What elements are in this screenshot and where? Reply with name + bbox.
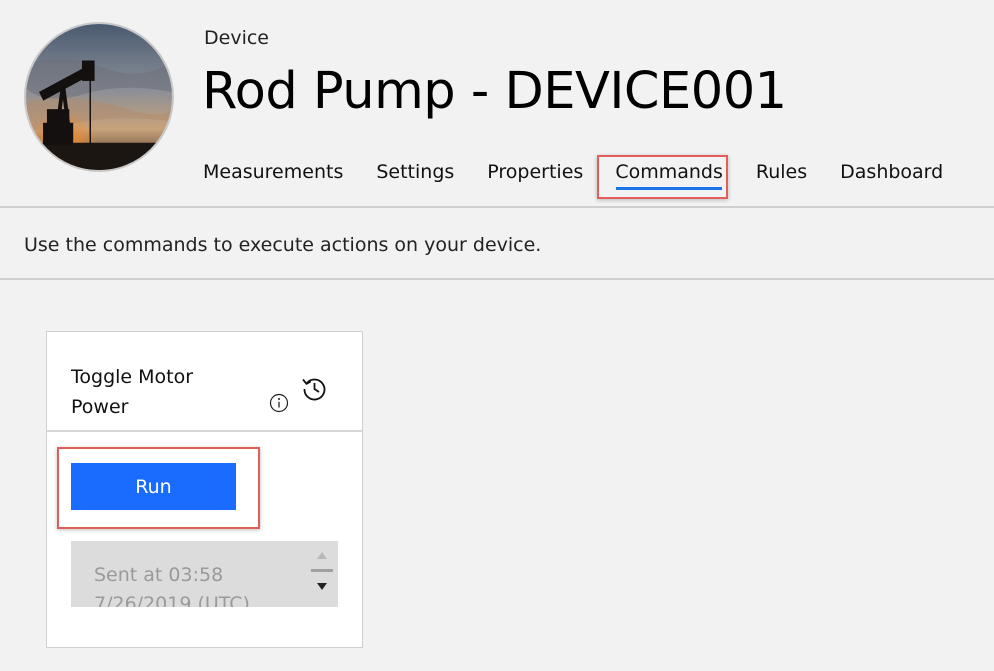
header-divider bbox=[0, 206, 994, 208]
command-status-text: Sent at 03:58 7/26/2019 (UTC) bbox=[94, 561, 304, 607]
history-icon[interactable] bbox=[300, 374, 328, 402]
status-scrollbar[interactable] bbox=[307, 541, 338, 607]
status-sent-date: 7/26/2019 (UTC) bbox=[94, 593, 250, 607]
tab-dashboard[interactable]: Dashboard bbox=[840, 158, 943, 190]
page-kicker: Device bbox=[204, 27, 269, 49]
command-title: Toggle Motor Power bbox=[71, 366, 194, 418]
description-divider bbox=[0, 278, 994, 280]
page-title: Rod Pump - DEVICE001 bbox=[202, 62, 787, 121]
command-status-box[interactable]: Sent at 03:58 7/26/2019 (UTC) bbox=[71, 541, 338, 607]
tab-rules[interactable]: Rules bbox=[756, 158, 807, 190]
chevron-up-icon[interactable] bbox=[315, 549, 329, 563]
tab-commands[interactable]: Commands bbox=[615, 158, 723, 190]
command-card: Toggle Motor Power Run Sent at 03:58 7/2… bbox=[46, 331, 363, 648]
active-tab-indicator bbox=[616, 187, 722, 190]
command-card-header: Toggle Motor Power bbox=[47, 332, 362, 432]
device-tabs: Measurements Settings Properties Command… bbox=[203, 158, 943, 198]
run-button[interactable]: Run bbox=[71, 463, 236, 510]
tab-measurements[interactable]: Measurements bbox=[203, 158, 343, 190]
scrollbar-thumb[interactable] bbox=[311, 569, 333, 572]
chevron-down-icon[interactable] bbox=[315, 579, 329, 593]
commands-description: Use the commands to execute actions on y… bbox=[24, 234, 542, 256]
tab-settings[interactable]: Settings bbox=[376, 158, 454, 190]
device-page: Device Rod Pump - DEVICE001 Measurements… bbox=[0, 0, 994, 671]
status-sent-time: Sent at 03:58 bbox=[94, 564, 224, 586]
info-icon[interactable] bbox=[269, 393, 289, 413]
tab-properties[interactable]: Properties bbox=[487, 158, 583, 190]
pump-jack-image bbox=[26, 24, 172, 170]
device-avatar bbox=[24, 22, 174, 172]
